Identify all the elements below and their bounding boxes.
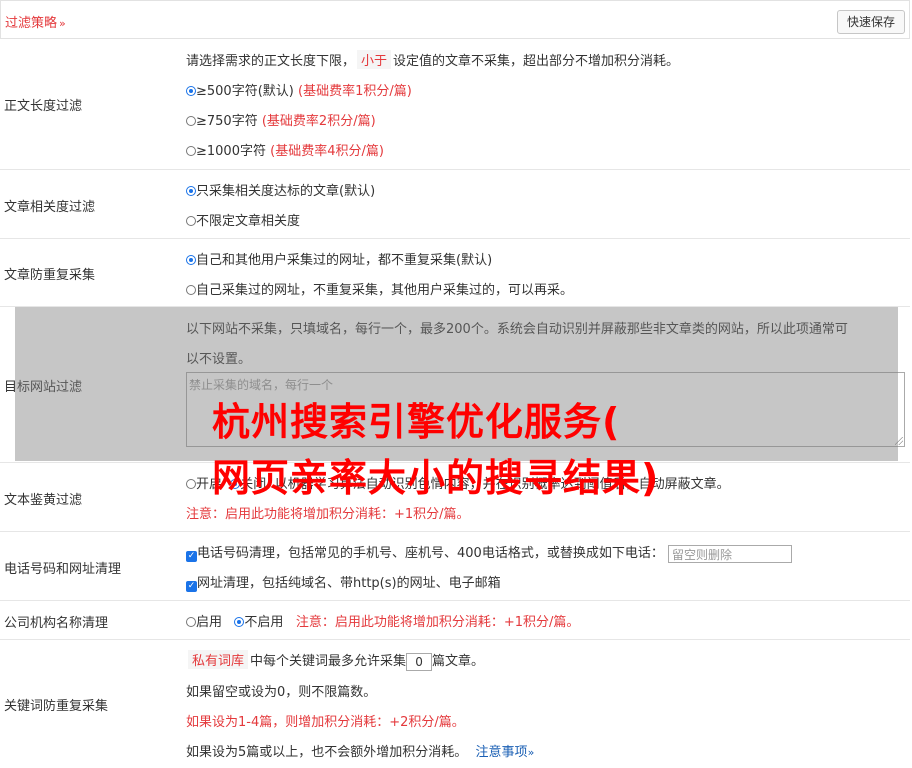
radio-unchecked[interactable] xyxy=(186,216,196,226)
option-label: 启用 xyxy=(196,615,223,630)
section-title: 过滤策略 xyxy=(5,16,58,31)
option-label: 自己和其他用户采集过的网址，都不重复采集(默认) xyxy=(196,253,493,268)
option-note: (基础费率1积分/篇) xyxy=(298,84,412,99)
phone-cleanup-option[interactable]: ✓ 电话号码清理，包括常见的手机号、座机号、400电话格式，或替换成如下电话： 留… xyxy=(186,542,792,563)
radio-checked[interactable] xyxy=(234,617,245,627)
url-cleanup-option[interactable]: ✓ 网址清理，包括纯域名、带http(s)的网址、电子邮箱 xyxy=(186,572,501,592)
relevance-option-2[interactable]: 不限定文章相关度 xyxy=(186,210,300,229)
row-company-filter: 公司机构名称清理 启用 不启用 注意：启用此功能将增加积分消耗：+1积分/篇。 xyxy=(0,601,910,640)
desc-text: 设定值的文章不采集，超出部分不增加积分消耗。 xyxy=(393,54,680,69)
length-option-500[interactable]: ≥500字符(默认) (基础费率1积分/篇) xyxy=(186,80,412,99)
replacement-phone-input[interactable]: 留空则删除 xyxy=(667,544,792,563)
option-label: 电话号码清理，包括常见的手机号、座机号、400电话格式，或替换成如下电话： xyxy=(197,546,664,561)
watermark-line-1: 杭州搜索引擎优化服务( xyxy=(212,400,621,444)
row-keyword-filter: 关键词防重复采集 私有词库 中每个关键词最多允许采集 0 篇文章。 如果留空或设为0，… xyxy=(0,640,910,768)
radio-unchecked[interactable] xyxy=(186,116,196,126)
radio-checked[interactable] xyxy=(186,86,196,96)
length-filter-desc: 请选择需求的正文长度下限， 小于 设定值的文章不采集，超出部分不增加积分消耗。 xyxy=(186,50,679,69)
quick-save-button[interactable]: 快速保存 xyxy=(836,10,905,34)
length-option-1000[interactable]: ≥1000字符 (基础费率4积分/篇) xyxy=(186,140,384,159)
checkbox-checked-icon[interactable]: ✓ xyxy=(186,551,197,562)
keyword-limit-input[interactable]: 0 xyxy=(406,652,433,671)
keyword-limit-line: 私有词库 中每个关键词最多允许采集 0 篇文章。 xyxy=(186,650,484,671)
checkbox-checked-icon[interactable]: ✓ xyxy=(186,581,197,592)
radio-checked[interactable] xyxy=(186,186,196,196)
keyword-note-2: 如果设为1-4篇，则增加积分消耗：+2积分/篇。 xyxy=(186,715,465,730)
option-label: 不启用 xyxy=(244,615,284,630)
keyword-text: 篇文章。 xyxy=(432,654,485,669)
phone-filter-label: 电话号码和网址清理 xyxy=(4,562,122,577)
company-filter-options: 启用 不启用 注意：启用此功能将增加积分消耗：+1积分/篇。 xyxy=(186,611,579,630)
company-filter-label: 公司机构名称清理 xyxy=(4,616,109,631)
duplicate-filter-label: 文章防重复采集 xyxy=(4,268,96,283)
duplicate-option-2[interactable]: 自己采集过的网址，不重复采集，其他用户采集过的，可以再采。 xyxy=(186,279,573,298)
option-label: 只采集相关度达标的文章(默认) xyxy=(196,184,376,199)
private-lexicon-tag[interactable]: 私有词库 xyxy=(188,650,249,669)
option-label: ≥500字符(默认) xyxy=(196,84,294,99)
keyword-note-1: 如果留空或设为0，则不限篇数。 xyxy=(186,685,377,700)
keyword-note-3: 如果设为5篇或以上，也不会额外增加积分消耗。 注意事项» xyxy=(186,741,534,760)
duplicate-option-1[interactable]: 自己和其他用户采集过的网址，都不重复采集(默认) xyxy=(186,249,492,268)
row-phone-filter: 电话号码和网址清理 ✓ 电话号码清理，包括常见的手机号、座机号、400电话格式，或… xyxy=(0,532,910,601)
relevance-option-1[interactable]: 只采集相关度达标的文章(默认) xyxy=(186,180,375,199)
option-label: 网址清理，包括纯域名、带http(s)的网址、电子邮箱 xyxy=(197,576,501,591)
notes-link-label: 注意事项 xyxy=(475,745,528,760)
radio-checked[interactable] xyxy=(186,255,196,265)
option-label: ≥1000字符 xyxy=(196,144,266,159)
option-note: (基础费率2积分/篇) xyxy=(261,114,376,129)
filter-strategy-toggle[interactable]: 过滤策略» xyxy=(5,12,66,31)
less-than-tag: 小于 xyxy=(357,50,392,69)
company-filter-note: 注意：启用此功能将增加积分消耗：+1积分/篇。 xyxy=(295,615,580,630)
notes-link[interactable]: 注意事项» xyxy=(476,745,535,760)
keyword-text: 如果设为5篇或以上，也不会额外增加积分消耗。 xyxy=(186,745,468,760)
chevron-down-icon: » xyxy=(527,746,535,759)
option-label: 自己采集过的网址，不重复采集，其他用户采集过的，可以再采。 xyxy=(196,283,574,298)
chevron-down-icon: » xyxy=(59,17,66,30)
option-note: (基础费率4积分/篇) xyxy=(270,144,384,159)
option-label: 不限定文章相关度 xyxy=(196,214,301,229)
length-option-750[interactable]: ≥750字符 (基础费率2积分/篇) xyxy=(186,110,376,129)
relevance-filter-label: 文章相关度过滤 xyxy=(4,200,96,215)
keyword-text: 中每个关键词最多允许采集 xyxy=(250,654,407,669)
length-filter-label: 正文长度过滤 xyxy=(4,99,83,114)
porn-filter-note: 注意：启用此功能将增加积分消耗：+1积分/篇。 xyxy=(186,507,470,522)
watermark-line-2: 网页亲率大小的搜寻结果) xyxy=(212,456,660,500)
row-relevance-filter: 文章相关度过滤 只采集相关度达标的文章(默认) 不限定文章相关度 xyxy=(0,170,910,239)
porn-filter-label: 文本鉴黄过滤 xyxy=(4,493,83,508)
keyword-filter-label: 关键词防重复采集 xyxy=(4,699,109,714)
radio-unchecked[interactable] xyxy=(186,479,196,489)
row-duplicate-filter: 文章防重复采集 自己和其他用户采集过的网址，都不重复采集(默认) 自己采集过的网… xyxy=(0,239,910,307)
radio-unchecked[interactable] xyxy=(186,285,196,295)
option-label: ≥750字符 xyxy=(196,114,258,129)
radio-unchecked[interactable] xyxy=(186,617,196,627)
row-length-filter: 正文长度过滤 请选择需求的正文长度下限， 小于 设定值的文章不采集，超出部分不增加积… xyxy=(0,39,910,170)
desc-text: 请选择需求的正文长度下限， xyxy=(186,54,356,69)
filter-header: 过滤策略» 快速保存 xyxy=(0,0,910,39)
radio-unchecked[interactable] xyxy=(186,146,196,156)
